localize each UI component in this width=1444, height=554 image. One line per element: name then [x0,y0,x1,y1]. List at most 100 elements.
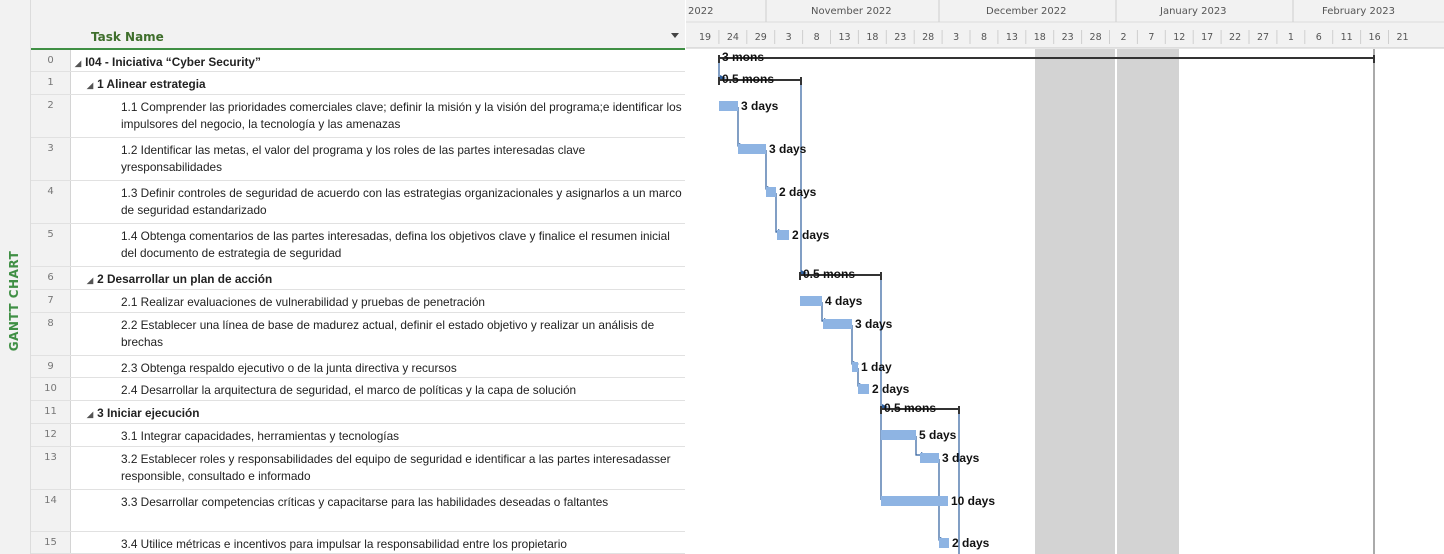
day-tick: 29 [755,32,767,43]
task-row[interactable]: 13 3.2 Establecer roles y responsabilidad… [31,447,685,490]
view-bar[interactable]: GANTT CHART [0,0,31,554]
bar-duration-label: 4 days [825,294,863,308]
task-row[interactable]: 15 3.4 Utilice métricas e incentivos para… [31,532,685,554]
task-name-text: 2.2 Establecer una línea de base de madu… [121,318,655,349]
row-id[interactable]: 10 [31,378,71,400]
day-tick: 24 [727,32,739,43]
row-id[interactable]: 5 [31,224,71,266]
day-tick: 8 [814,32,820,43]
task-row[interactable]: 8 2.2 Establecer una línea de base de mad… [31,313,685,356]
row-id[interactable]: 15 [31,532,71,553]
task-name-text: 1 Alinear estrategia [97,77,206,91]
bar-duration-label: 2 days [872,382,910,396]
collapse-icon[interactable]: ◢ [87,406,93,423]
task-name[interactable]: 1.1 Comprender las prioridades comercial… [73,95,685,137]
task-row[interactable]: 11 ◢ 3 Iniciar ejecución [31,401,685,424]
task-name[interactable]: 1.4 Obtenga comentarios de las partes in… [73,224,685,266]
summary-bar-end [1373,55,1375,63]
day-tick: 13 [838,32,850,43]
task-name[interactable]: ◢ 2 Desarrollar un plan de acción [73,267,685,289]
day-tick: 18 [1034,32,1046,43]
task-name[interactable]: 3.2 Establecer roles y responsabilidades… [73,447,685,489]
task-row[interactable]: 2 1.1 Comprender las prioridades comercia… [31,95,685,138]
task-grid: Task Name 0 ◢ I04 - Iniciativa “Cyber Secu… [31,0,685,554]
bar-duration-label: 0.5 mons [884,401,936,415]
task-name[interactable]: 1.3 Definir controles de seguridad de ac… [73,181,685,223]
task-name-text: 1.1 Comprender las prioridades comercial… [121,100,682,131]
task-row[interactable]: 3 1.2 Identificar las metas, el valor del… [31,138,685,181]
task-row[interactable]: 14 3.3 Desarrollar competencias críticas … [31,490,685,532]
grid-header: Task Name [31,0,685,50]
month-label: November 2022 [811,6,892,17]
task-name-text: 1.4 Obtenga comentarios de las partes in… [121,229,670,260]
bar-duration-label: 2 days [952,536,990,550]
task-name[interactable]: 1.2 Identificar las metas, el valor del … [73,138,685,180]
row-id[interactable]: 8 [31,313,71,355]
summary-bar-end [880,272,882,280]
task-bar [852,362,858,372]
summary-bar-end [958,406,960,414]
row-id[interactable]: 7 [31,290,71,312]
collapse-icon[interactable]: ◢ [87,272,93,289]
task-row[interactable]: 5 1.4 Obtenga comentarios de las partes i… [31,224,685,267]
bar-duration-label: 3 days [855,317,893,331]
row-id[interactable]: 3 [31,138,71,180]
task-name[interactable]: ◢ 1 Alinear estrategia [73,72,685,94]
collapse-icon[interactable]: ◢ [75,55,81,72]
day-tick: 3 [953,32,959,43]
task-name[interactable]: 2.3 Obtenga respaldo ejecutivo o de la j… [73,356,685,377]
row-id[interactable]: 2 [31,95,71,137]
bar-duration-label: 3 mons [722,50,764,64]
bar-duration-label: 10 days [951,494,995,508]
bar-duration-label: 2 days [792,228,830,242]
dependency-link [800,82,804,274]
task-name-text: 3.1 Integrar capacidades, herramientas y… [121,429,400,443]
row-id[interactable]: 13 [31,447,71,489]
gantt-timeline: 2022 November 2022 December 2022 January 20… [686,0,1444,554]
row-id[interactable]: 4 [31,181,71,223]
task-row[interactable]: 6 ◢ 2 Desarrollar un plan de acción [31,267,685,290]
task-name[interactable]: 3.3 Desarrollar competencias críticas y … [73,490,685,531]
task-row[interactable]: 1 ◢ 1 Alinear estrategia [31,72,685,95]
task-name-column-header[interactable]: Task Name [91,30,164,44]
task-row[interactable]: 4 1.3 Definir controles de seguridad de a… [31,181,685,224]
row-id[interactable]: 0 [31,50,71,71]
day-tick: 11 [1341,32,1353,43]
task-row[interactable]: 9 2.3 Obtenga respaldo ejecutivo o de la … [31,356,685,378]
bar-duration-label: 2 days [779,185,817,199]
collapse-icon[interactable]: ◢ [87,77,93,94]
bar-duration-label: 5 days [919,428,957,442]
task-row[interactable]: 7 2.1 Realizar evaluaciones de vulnerabil… [31,290,685,313]
filter-dropdown-icon[interactable] [671,33,679,38]
row-id[interactable]: 14 [31,490,71,531]
row-id[interactable]: 1 [31,72,71,94]
task-name[interactable]: 2.2 Establecer una línea de base de madu… [73,313,685,355]
task-row[interactable]: 0 ◢ I04 - Iniciativa “Cyber Security” [31,50,685,72]
task-bar [881,496,948,506]
row-id[interactable]: 11 [31,401,71,423]
bar-duration-label: 3 days [942,451,980,465]
bar-duration-label: 0.5 mons [722,72,774,86]
task-name[interactable]: 3.4 Utilice métricas e incentivos para i… [73,532,685,553]
day-tick: 7 [1148,32,1154,43]
task-name-text: 3 Iniciar ejecución [97,406,200,420]
task-name[interactable]: 3.1 Integrar capacidades, herramientas y… [73,424,685,446]
month-label: January 2023 [1159,6,1227,17]
day-tick: 13 [1006,32,1018,43]
day-tick: 21 [1396,32,1408,43]
task-name-text: 1.2 Identificar las metas, el valor del … [121,143,586,174]
task-name[interactable]: 2.1 Realizar evaluaciones de vulnerabili… [73,290,685,312]
view-label: GANTT CHART [7,250,21,352]
task-name[interactable]: 2.4 Desarrollar la arquitectura de segur… [73,378,685,400]
row-id[interactable]: 9 [31,356,71,377]
nonworking-shade [1117,49,1179,554]
task-name[interactable]: ◢ 3 Iniciar ejecución [73,401,685,423]
nonworking-shade [1035,49,1115,554]
summary-bar-start [718,55,720,63]
task-row[interactable]: 10 2.4 Desarrollar la arquitectura de seg… [31,378,685,401]
task-name[interactable]: ◢ I04 - Iniciativa “Cyber Security” [73,50,685,71]
row-id[interactable]: 12 [31,424,71,446]
row-id[interactable]: 6 [31,267,71,289]
day-tick: 3 [786,32,792,43]
task-row[interactable]: 12 3.1 Integrar capacidades, herramientas… [31,424,685,447]
